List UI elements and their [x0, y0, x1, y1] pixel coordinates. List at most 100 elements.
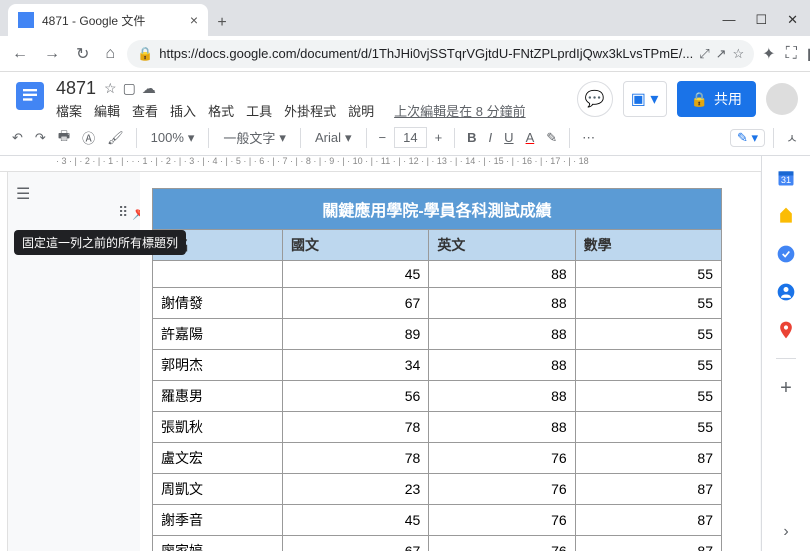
- last-edit-text[interactable]: 上次編輯是在 8 分鐘前: [394, 101, 525, 120]
- cell-name[interactable]: 謝倩發: [153, 288, 283, 319]
- cell-chinese[interactable]: 34: [283, 350, 429, 381]
- table-row[interactable]: 羅惠男 56 88 55: [153, 381, 722, 412]
- share-url-icon[interactable]: ↗: [716, 46, 727, 62]
- cell-name[interactable]: [153, 261, 283, 288]
- calendar-icon[interactable]: 31: [776, 168, 796, 188]
- table-title[interactable]: 關鍵應用學院-學員各科測試成績: [153, 189, 722, 230]
- cloud-icon[interactable]: ☁: [142, 80, 156, 97]
- col-header-math[interactable]: 數學: [575, 230, 721, 261]
- underline-button[interactable]: U: [500, 126, 517, 149]
- redo-button[interactable]: ↷: [31, 126, 50, 150]
- star-icon[interactable]: ☆: [104, 80, 117, 97]
- undo-button[interactable]: ↶: [8, 126, 27, 150]
- cell-name[interactable]: 盧文宏: [153, 443, 283, 474]
- cell-english[interactable]: 76: [429, 505, 575, 536]
- cell-english[interactable]: 88: [429, 319, 575, 350]
- table-row[interactable]: 許嘉陽 89 88 55: [153, 319, 722, 350]
- close-tab-icon[interactable]: ×: [190, 12, 198, 28]
- print-button[interactable]: 🖶: [54, 123, 74, 153]
- add-panel-button[interactable]: +: [780, 377, 792, 400]
- fontsize-increase[interactable]: +: [431, 126, 447, 149]
- document-title[interactable]: 4871: [56, 78, 96, 99]
- cell-chinese[interactable]: 67: [283, 288, 429, 319]
- table-row[interactable]: 45 88 55: [153, 261, 722, 288]
- fontsize-input[interactable]: 14: [394, 127, 426, 148]
- zoom-select[interactable]: 100% ▾: [145, 130, 201, 146]
- cell-chinese[interactable]: 56: [283, 381, 429, 412]
- cell-chinese[interactable]: 45: [283, 261, 429, 288]
- editing-mode-button[interactable]: ✎ ▾: [730, 129, 765, 147]
- cell-chinese[interactable]: 45: [283, 505, 429, 536]
- table-row[interactable]: 謝季音 45 76 87: [153, 505, 722, 536]
- menu-tools[interactable]: 工具: [246, 101, 272, 120]
- style-select[interactable]: 一般文字 ▾: [217, 128, 292, 147]
- cell-name[interactable]: 郭明杰: [153, 350, 283, 381]
- table-row[interactable]: 盧文宏 78 76 87: [153, 443, 722, 474]
- hide-panel-button[interactable]: ›: [783, 523, 788, 551]
- document-canvas[interactable]: · 3 · | · 2 · | · 1 · | · · · 1 · | · 2 …: [0, 156, 762, 551]
- fontsize-decrease[interactable]: −: [375, 126, 391, 149]
- bookmark-star-icon[interactable]: ☆: [733, 46, 745, 62]
- horizontal-ruler[interactable]: · 3 · | · 2 · | · 1 · | · · · 1 · | · 2 …: [0, 156, 761, 172]
- forward-button[interactable]: →: [40, 45, 64, 63]
- menu-view[interactable]: 查看: [132, 101, 158, 120]
- cell-name[interactable]: 許嘉陽: [153, 319, 283, 350]
- cell-name[interactable]: 張凱秋: [153, 412, 283, 443]
- cell-math[interactable]: 55: [575, 288, 721, 319]
- extensions-icon[interactable]: ✦: [762, 44, 775, 64]
- cell-chinese[interactable]: 89: [283, 319, 429, 350]
- menu-file[interactable]: 檔案: [56, 101, 82, 120]
- cell-math[interactable]: 55: [575, 261, 721, 288]
- menu-edit[interactable]: 編輯: [94, 101, 120, 120]
- cell-name[interactable]: 謝季音: [153, 505, 283, 536]
- puzzle-icon[interactable]: ⛶: [786, 45, 797, 63]
- user-avatar[interactable]: [766, 83, 798, 115]
- cell-english[interactable]: 88: [429, 288, 575, 319]
- italic-button[interactable]: I: [485, 126, 497, 149]
- cell-english[interactable]: 76: [429, 536, 575, 552]
- close-window-button[interactable]: ✕: [787, 12, 798, 28]
- table-row[interactable]: 周凱文 23 76 87: [153, 474, 722, 505]
- contacts-icon[interactable]: [776, 282, 796, 302]
- cell-english[interactable]: 88: [429, 412, 575, 443]
- paint-format-button[interactable]: 🖌: [103, 126, 128, 150]
- comment-history-button[interactable]: 💬: [577, 81, 613, 117]
- cell-english[interactable]: 76: [429, 474, 575, 505]
- outline-toggle[interactable]: ☰: [16, 184, 40, 208]
- cell-math[interactable]: 87: [575, 474, 721, 505]
- font-select[interactable]: Arial ▾: [309, 130, 358, 146]
- present-dropdown[interactable]: ▣ ▾: [623, 81, 667, 117]
- cell-chinese[interactable]: 67: [283, 536, 429, 552]
- table-row[interactable]: 郭明杰 34 88 55: [153, 350, 722, 381]
- cell-name[interactable]: 周凱文: [153, 474, 283, 505]
- table-row[interactable]: 張凱秋 78 88 55: [153, 412, 722, 443]
- maps-icon[interactable]: [776, 320, 796, 340]
- collapse-toolbar-button[interactable]: ㅅ: [782, 124, 802, 151]
- translate-icon[interactable]: ⤢: [699, 46, 709, 62]
- cell-name[interactable]: 廖家婷: [153, 536, 283, 552]
- cell-math[interactable]: 55: [575, 381, 721, 412]
- keep-icon[interactable]: [776, 206, 796, 226]
- share-button[interactable]: 🔒 共用: [677, 81, 756, 117]
- cell-math[interactable]: 87: [575, 505, 721, 536]
- highlight-button[interactable]: ✎: [542, 126, 561, 150]
- cell-chinese[interactable]: 78: [283, 412, 429, 443]
- cell-english[interactable]: 88: [429, 381, 575, 412]
- url-input[interactable]: 🔒 https://docs.google.com/document/d/1Th…: [127, 40, 754, 68]
- cell-english[interactable]: 88: [429, 350, 575, 381]
- spellcheck-button[interactable]: Ⓐ: [78, 124, 99, 151]
- cell-english[interactable]: 88: [429, 261, 575, 288]
- minimize-button[interactable]: —: [722, 12, 735, 28]
- browser-tab[interactable]: 4871 - Google 文件 ×: [8, 4, 208, 36]
- docs-logo[interactable]: [12, 78, 48, 114]
- cell-name[interactable]: 羅惠男: [153, 381, 283, 412]
- cell-math[interactable]: 87: [575, 443, 721, 474]
- menu-addons[interactable]: 外掛程式: [284, 101, 336, 120]
- move-icon[interactable]: ▢: [123, 80, 136, 97]
- menu-help[interactable]: 說明: [348, 101, 374, 120]
- col-header-chinese[interactable]: 國文: [283, 230, 429, 261]
- home-button[interactable]: ⌂: [101, 45, 119, 63]
- more-toolbar-button[interactable]: ⋯: [578, 126, 599, 150]
- menu-format[interactable]: 格式: [208, 101, 234, 120]
- menu-insert[interactable]: 插入: [170, 101, 196, 120]
